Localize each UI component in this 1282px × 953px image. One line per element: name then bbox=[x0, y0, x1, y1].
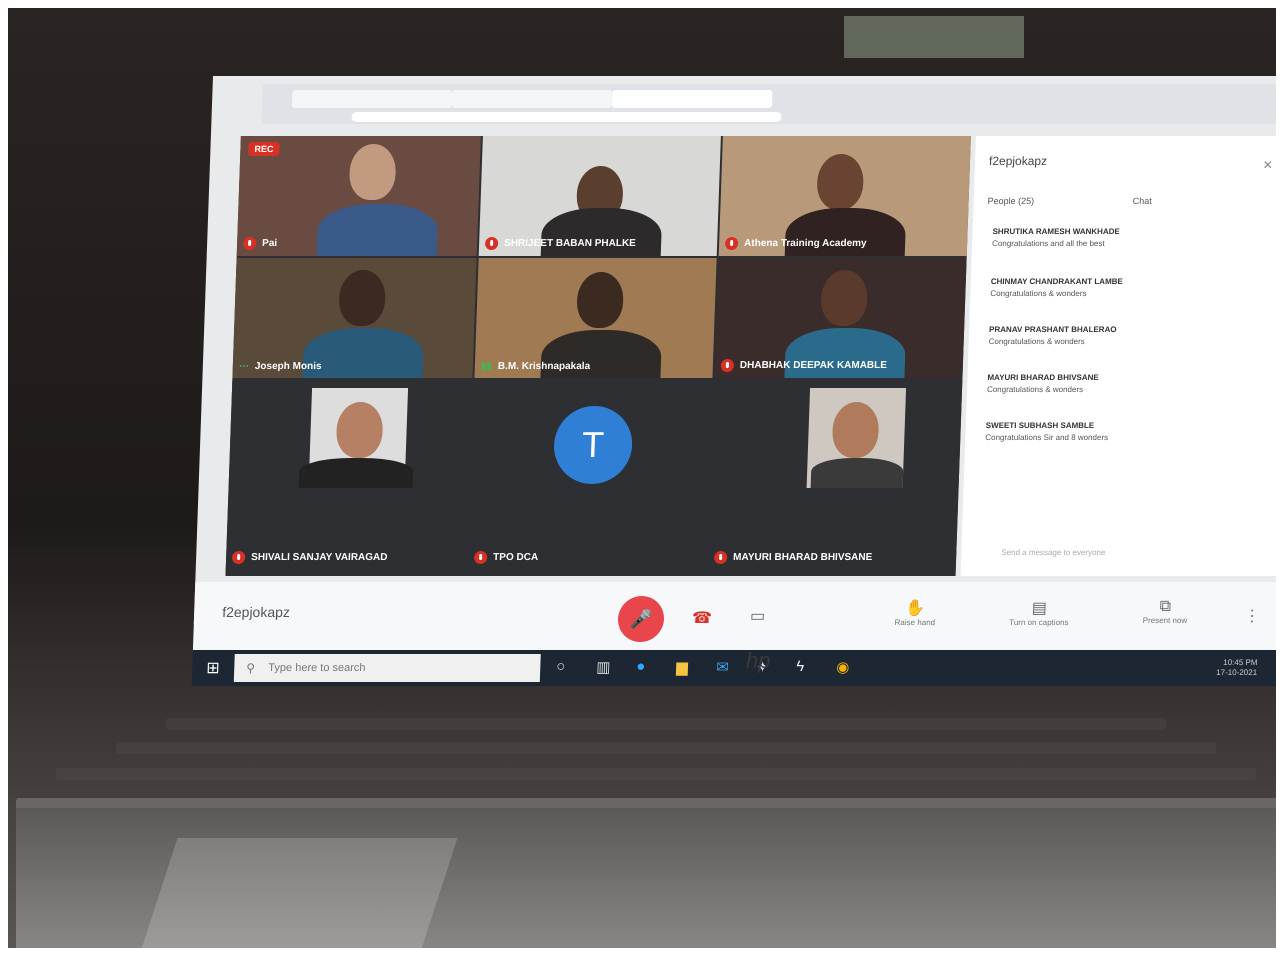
participant-tile[interactable]: Athena Training Academy bbox=[718, 136, 971, 256]
participant-name: Athena Training Academy bbox=[724, 237, 867, 250]
mic-off-icon bbox=[473, 551, 488, 564]
meeting-code[interactable]: f2epjokapz bbox=[222, 604, 290, 620]
participant-face bbox=[335, 402, 384, 458]
ceiling-light bbox=[844, 16, 1024, 58]
present-button[interactable]: ⧉ Present now bbox=[1120, 598, 1211, 625]
mail-icon[interactable]: ✉ bbox=[716, 658, 729, 676]
photo: REC Pai SHRIJEET BABAN PHALKE Athena Tra… bbox=[8, 8, 1276, 948]
meeting-controls: f2epjokapz 🎤 ☎ ▭ ✋ Raise hand ▤ Turn on ca… bbox=[192, 582, 1276, 650]
participant-tile[interactable]: ⋯ Joseph Monis bbox=[232, 258, 477, 378]
browser-bar bbox=[261, 84, 1276, 124]
taskbar-search[interactable]: ⚲ Type here to search bbox=[233, 654, 541, 682]
mic-toggle-button[interactable]: 🎤 bbox=[617, 596, 665, 642]
tab-people[interactable]: People (25) bbox=[987, 196, 1034, 206]
chat-message: CHINMAY CHANDRAKANT LAMBE Congratulations… bbox=[990, 277, 1123, 298]
key-row bbox=[56, 768, 1256, 780]
present-icon: ⧉ bbox=[1159, 598, 1172, 615]
participant-tile[interactable]: REC Pai bbox=[236, 136, 481, 256]
captions-button[interactable]: ▤ Turn on captions bbox=[994, 598, 1085, 627]
chat-message: SHRUTIKA RAMESH WANKHADE Congratulations … bbox=[991, 227, 1120, 248]
participant-avatar: T bbox=[552, 406, 634, 484]
mic-off-icon bbox=[713, 551, 728, 564]
participant-name: TPO DCA bbox=[473, 551, 538, 564]
hand-icon: ✋ bbox=[905, 600, 926, 617]
chat-message: PRANAV PRASHANT BHALERAO Congratulations … bbox=[988, 325, 1117, 346]
clock-time: 10:45 PM bbox=[1223, 658, 1258, 667]
participant-face bbox=[820, 270, 869, 326]
participant-name: DHABHAK DEEPAK KAMABLE bbox=[720, 359, 888, 372]
participant-tile[interactable]: SHRIJEET BABAN PHALKE bbox=[478, 136, 721, 256]
edge-icon[interactable]: ● bbox=[636, 658, 646, 675]
task-view-icon[interactable]: ▥ bbox=[596, 658, 611, 676]
browser-tab[interactable] bbox=[291, 90, 453, 108]
mic-off-icon bbox=[242, 237, 257, 250]
participant-name: SHIVALI SANJAY VAIRAGAD bbox=[231, 551, 388, 564]
mic-off-icon bbox=[231, 551, 246, 564]
laptop-screen: REC Pai SHRIJEET BABAN PHALKE Athena Tra… bbox=[191, 76, 1276, 686]
tab-chat[interactable]: Chat bbox=[1132, 196, 1151, 206]
send-message-input[interactable]: Send a message to everyone bbox=[1001, 548, 1105, 557]
mic-off-icon bbox=[720, 359, 735, 372]
rec-badge: REC bbox=[248, 142, 280, 156]
cortana-icon[interactable]: ○ bbox=[556, 658, 566, 675]
participant-body bbox=[298, 458, 414, 488]
raise-hand-button[interactable]: ✋ Raise hand bbox=[870, 598, 961, 627]
participant-body bbox=[810, 458, 904, 488]
participant-tile[interactable]: DHABHAK DEEPAK KAMABLE bbox=[714, 258, 967, 378]
address-bar[interactable] bbox=[351, 112, 782, 122]
speaking-icon: ⋯ bbox=[238, 361, 250, 372]
hp-logo: hp bbox=[746, 648, 771, 673]
browser-tab-active[interactable] bbox=[611, 90, 773, 108]
participant-face bbox=[816, 154, 865, 210]
participant-face bbox=[576, 272, 625, 328]
panel-title: f2epjokapz bbox=[988, 154, 1048, 168]
clock-date: 17-10-2021 bbox=[1216, 668, 1258, 677]
video-grid: REC Pai SHRIJEET BABAN PHALKE Athena Tra… bbox=[225, 136, 971, 576]
panel-tabs: People (25) Chat bbox=[987, 196, 1247, 206]
mic-off-icon: 🎤 bbox=[629, 609, 653, 629]
more-options-icon[interactable]: ⋮ bbox=[1244, 606, 1261, 626]
speaking-icon: ▮▮ bbox=[480, 361, 493, 372]
search-icon: ⚲ bbox=[246, 661, 256, 675]
key-row bbox=[116, 742, 1216, 754]
chat-panel: f2epjokapz ✕ People (25) Chat SHRUTIKA R… bbox=[960, 136, 1276, 576]
participant-name: SHRIJEET BABAN PHALKE bbox=[484, 237, 636, 250]
key-row bbox=[166, 718, 1166, 730]
system-tray[interactable]: 10:45 PM 17-10-2021 bbox=[1216, 658, 1258, 678]
close-icon[interactable]: ✕ bbox=[1263, 158, 1274, 172]
participant-tile[interactable]: MAYURI BHARAD BHIVSANE bbox=[707, 380, 963, 576]
chat-message: SWEETI SUBHASH SAMBLE Congratulations Sir… bbox=[985, 421, 1109, 442]
participant-tile[interactable]: SHIVALI SANJAY VAIRAGAD bbox=[225, 380, 473, 576]
windows-taskbar: ⊞ ⚲ Type here to search ○ ▥ ● ▆ ✉ ✦ ϟ ◉ … bbox=[191, 650, 1276, 686]
camera-toggle-button[interactable]: ▭ bbox=[750, 606, 766, 626]
light-reflection bbox=[138, 838, 458, 948]
windows-start-icon[interactable]: ⊞ bbox=[206, 658, 220, 678]
hang-up-button[interactable]: ☎ bbox=[692, 608, 713, 628]
app-icon[interactable]: ϟ bbox=[796, 658, 805, 675]
captions-icon: ▤ bbox=[1031, 600, 1048, 617]
browser-tab[interactable] bbox=[451, 90, 613, 108]
file-explorer-icon[interactable]: ▆ bbox=[676, 658, 688, 676]
participant-face bbox=[831, 402, 880, 458]
chrome-icon[interactable]: ◉ bbox=[836, 658, 850, 676]
participant-name: Pai bbox=[242, 237, 277, 250]
participant-name: ▮▮ B.M. Krishnapakala bbox=[480, 361, 591, 372]
participant-face bbox=[348, 144, 397, 200]
participant-tile[interactable]: T TPO DCA bbox=[467, 380, 713, 576]
mic-off-icon bbox=[484, 237, 499, 250]
participant-tile[interactable]: ▮▮ B.M. Krishnapakala bbox=[474, 258, 717, 378]
participant-face bbox=[338, 270, 387, 326]
mic-off-icon bbox=[724, 237, 739, 250]
chat-message: MAYURI BHARAD BHIVSANE Congratulations & … bbox=[986, 373, 1099, 394]
participant-body bbox=[316, 204, 439, 256]
participant-name: ⋯ Joseph Monis bbox=[238, 361, 322, 372]
participant-name: MAYURI BHARAD BHIVSANE bbox=[713, 551, 873, 564]
